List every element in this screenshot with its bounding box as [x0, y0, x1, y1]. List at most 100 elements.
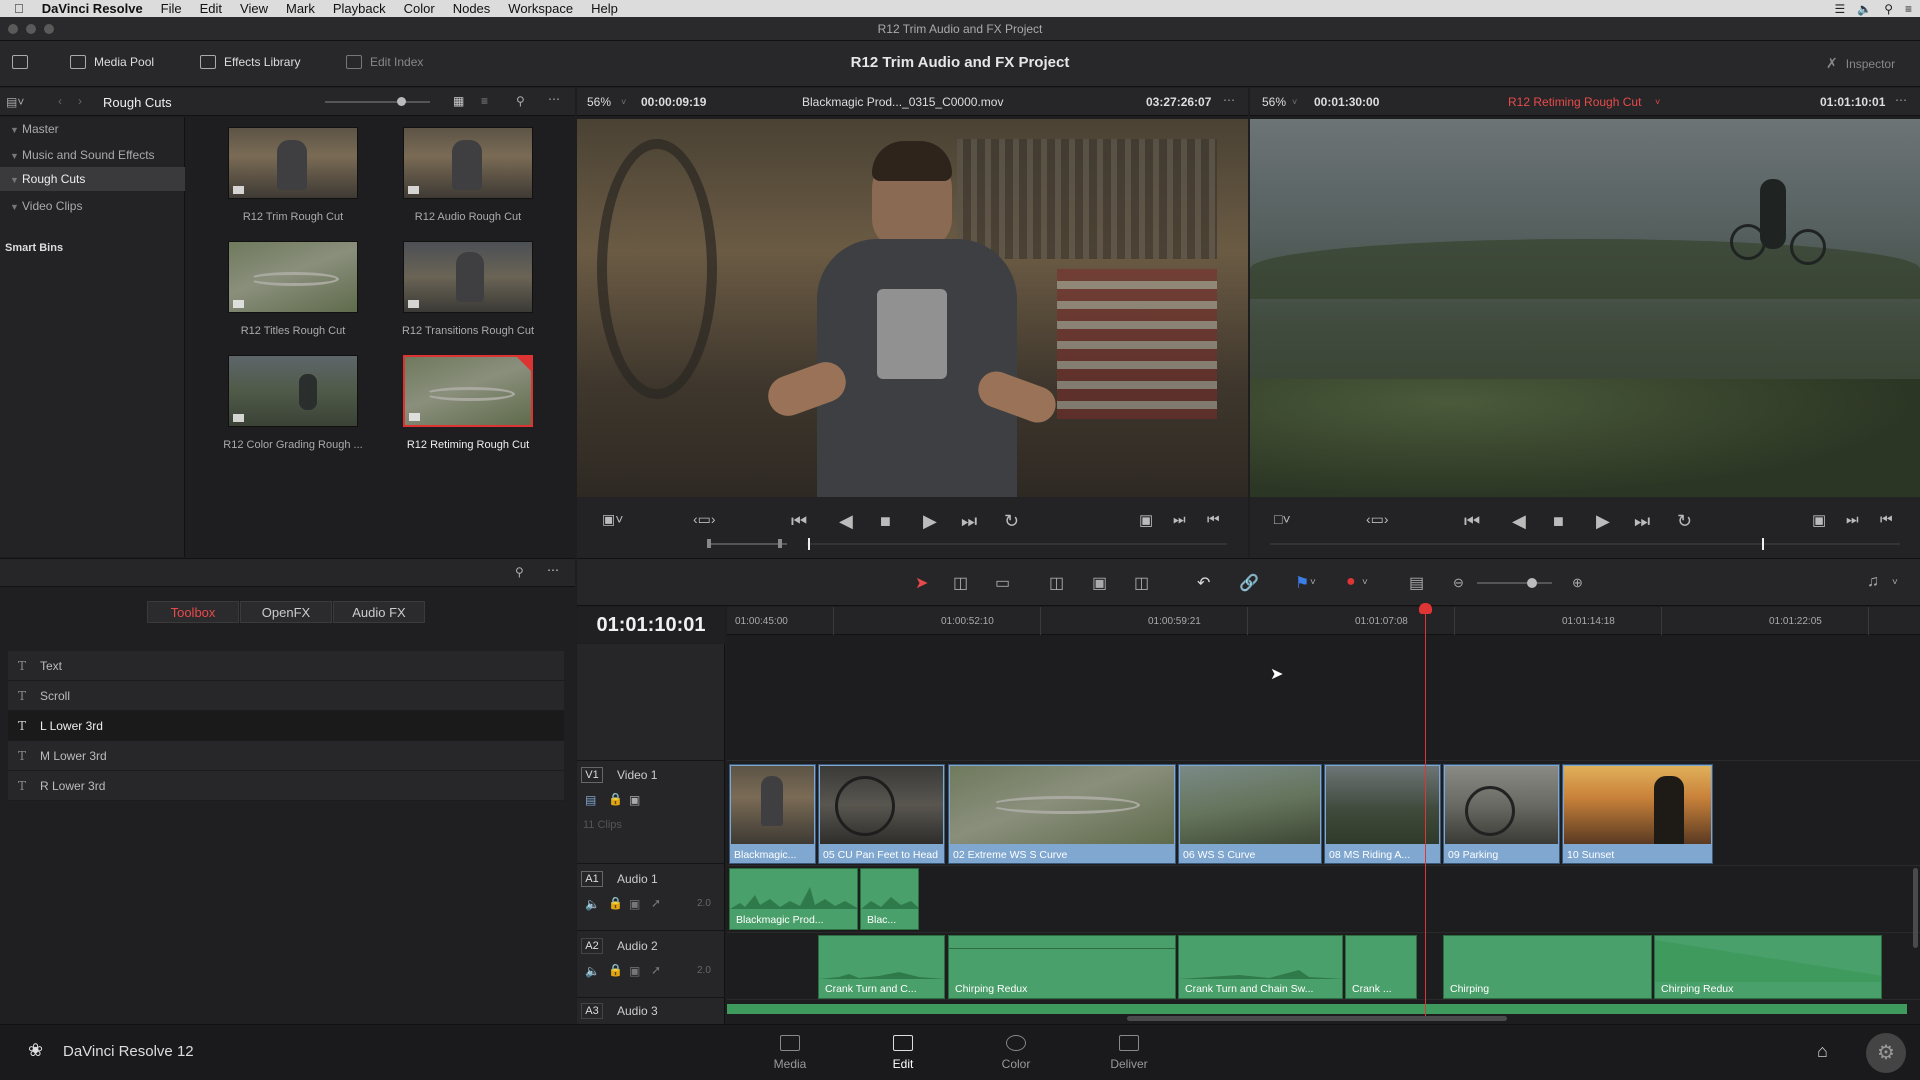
- audio-clip[interactable]: Chirping: [1443, 935, 1652, 999]
- tab-openfx[interactable]: OpenFX: [240, 601, 332, 623]
- audio-clip[interactable]: Chirping Redux: [948, 935, 1176, 999]
- link-icon[interactable]: 🔗: [1239, 573, 1259, 593]
- media-pool-button[interactable]: Media Pool: [70, 55, 154, 69]
- stop-icon[interactable]: ■: [1553, 511, 1564, 532]
- track-tag[interactable]: A3: [581, 1003, 603, 1019]
- audio-clip[interactable]: Chirping Redux: [1654, 935, 1882, 999]
- search-icon[interactable]: ⚲: [515, 565, 524, 579]
- tab-toolbox[interactable]: Toolbox: [147, 601, 239, 623]
- timeline-view-options-icon[interactable]: ▤: [1409, 573, 1424, 593]
- video-clip[interactable]: 10 Sunset: [1562, 764, 1713, 864]
- close-window-button[interactable]: [8, 24, 18, 34]
- track-header-a3[interactable]: A3 Audio 3: [577, 999, 725, 1024]
- timeline-playhead-mini[interactable]: [1762, 538, 1764, 550]
- track-tag[interactable]: V1: [581, 767, 603, 783]
- match-frame-icon[interactable]: ‹▭›: [1366, 511, 1389, 528]
- chevron-down-icon[interactable]: ˅: [1655, 97, 1660, 107]
- effect-item-r-lower-3rd[interactable]: T R Lower 3rd: [8, 771, 564, 801]
- timeline-scrubber[interactable]: [1270, 543, 1900, 545]
- timeline-zoom-slider[interactable]: [1477, 582, 1552, 584]
- timeline-ruler[interactable]: 01:00:45:00 01:00:52:10 01:00:59:21 01:0…: [727, 607, 1920, 635]
- overwrite-clip-icon[interactable]: ▣: [1092, 573, 1107, 593]
- thumbnail-size-slider[interactable]: [325, 97, 430, 106]
- selection-tool-icon[interactable]: ➤: [915, 573, 928, 593]
- search-icon[interactable]: ⚲: [516, 94, 525, 108]
- timeline-thumbnail[interactable]: [403, 127, 533, 199]
- audio-clip[interactable]: Blac...: [860, 868, 919, 930]
- menu-playback[interactable]: Playback: [333, 1, 386, 16]
- jump-start-icon[interactable]: ⏮: [791, 511, 807, 532]
- forward-arrow-icon[interactable]: ›: [78, 94, 82, 108]
- jump-end-icon[interactable]: ⏭: [1634, 511, 1650, 532]
- mark-in-icon[interactable]: ⏭: [1173, 511, 1186, 528]
- viewer-mode-icon[interactable]: ▣˅: [602, 511, 623, 528]
- video-clip[interactable]: 02 Extreme WS S Curve: [948, 764, 1176, 864]
- video-clip[interactable]: 08 MS Riding A...: [1324, 764, 1441, 864]
- effect-item-scroll[interactable]: T Scroll: [8, 681, 564, 711]
- menu-app[interactable]: DaVinci Resolve: [42, 1, 143, 16]
- menu-file[interactable]: File: [161, 1, 182, 16]
- track-tag[interactable]: A1: [581, 871, 603, 887]
- menu-mark[interactable]: Mark: [286, 1, 315, 16]
- monitor-icon[interactable]: [12, 55, 28, 72]
- insert-icon[interactable]: ▣: [1139, 511, 1153, 529]
- list-view-icon[interactable]: ≡: [481, 94, 488, 108]
- video-clip[interactable]: 05 CU Pan Feet to Head: [818, 764, 945, 864]
- lock-icon[interactable]: 🔒: [608, 963, 623, 977]
- apple-icon[interactable]: : [14, 1, 24, 16]
- more-options-icon[interactable]: ⋯: [548, 92, 560, 106]
- zoom-in-icon[interactable]: ⊕: [1572, 575, 1583, 591]
- speaker-icon[interactable]: 🔈: [585, 897, 600, 911]
- timeline-thumbnail[interactable]: [228, 127, 358, 199]
- menu-color[interactable]: Color: [404, 1, 435, 16]
- grid-view-icon[interactable]: ▦: [453, 94, 464, 108]
- track-header-v1[interactable]: V1 Video 1 ▤ 🔒 ▣ 11 Clips: [577, 760, 725, 864]
- track-header-a2[interactable]: A2 Audio 2 🔈 🔒 ▣ ➚ 2.0: [577, 932, 725, 998]
- overwrite-icon[interactable]: ▣: [1812, 511, 1826, 529]
- timeline-thumbnail[interactable]: [228, 241, 358, 313]
- video-clip[interactable]: Blackmagic...: [729, 764, 816, 864]
- back-arrow-icon[interactable]: ‹: [58, 94, 62, 108]
- track-tag[interactable]: A2: [581, 938, 603, 954]
- menu-help[interactable]: Help: [591, 1, 618, 16]
- lock-icon[interactable]: 🔒: [608, 792, 623, 806]
- play-icon[interactable]: ▶: [923, 511, 937, 532]
- loop-icon[interactable]: ↻: [1677, 511, 1692, 532]
- timeline-viewer-image[interactable]: [1250, 119, 1920, 497]
- loop-icon[interactable]: ↻: [1004, 511, 1019, 532]
- edit-index-button[interactable]: Edit Index: [346, 55, 423, 69]
- tab-audio-fx[interactable]: Audio FX: [333, 601, 425, 623]
- wifi-icon[interactable]: ☰: [1834, 2, 1845, 16]
- auto-select-icon[interactable]: ▣: [629, 964, 640, 978]
- lock-icon[interactable]: 🔒: [608, 896, 623, 910]
- more-options-icon[interactable]: ⋯: [1895, 93, 1907, 107]
- volume-curve-icon[interactable]: ➚: [651, 963, 661, 977]
- audio-clip[interactable]: Crank Turn and Chain Sw...: [1178, 935, 1343, 999]
- stop-icon[interactable]: ■: [880, 511, 891, 532]
- chevron-down-icon[interactable]: ˅: [1310, 577, 1316, 588]
- audio-meter-icon[interactable]: ♫: [1867, 573, 1879, 591]
- page-edit[interactable]: Edit: [863, 1035, 943, 1071]
- home-icon[interactable]: ⌂: [1817, 1041, 1828, 1062]
- minimize-window-button[interactable]: [26, 24, 36, 34]
- timeline-playhead[interactable]: [1425, 604, 1426, 1016]
- video-clip[interactable]: 09 Parking: [1443, 764, 1560, 864]
- mark-out-icon[interactable]: ⏮: [1207, 511, 1220, 528]
- zoom-slider-handle[interactable]: [1527, 578, 1537, 588]
- panel-toggle-icon[interactable]: ▤˅: [6, 95, 24, 109]
- page-media[interactable]: Media: [750, 1035, 830, 1071]
- bin-rough-cuts[interactable]: ▼ Rough Cuts: [0, 167, 185, 191]
- video-clip[interactable]: 06 WS S Curve: [1178, 764, 1322, 864]
- blade-tool-icon[interactable]: ▭: [995, 573, 1010, 593]
- page-deliver[interactable]: Deliver: [1089, 1035, 1169, 1071]
- audio-3-clip-strip[interactable]: [727, 1004, 1907, 1014]
- audio-clip[interactable]: Crank Turn and C...: [818, 935, 945, 999]
- chevron-down-icon[interactable]: ˅: [1892, 577, 1898, 588]
- zoom-window-button[interactable]: [44, 24, 54, 34]
- source-playhead[interactable]: [808, 538, 810, 550]
- timeline-thumbnail-selected[interactable]: [403, 355, 533, 427]
- viewer-mode-icon[interactable]: □˅: [1274, 511, 1291, 527]
- more-options-icon[interactable]: ⋯: [1223, 93, 1235, 107]
- volume-icon[interactable]: 🔈: [1857, 2, 1872, 16]
- chevron-down-icon[interactable]: ˅: [621, 97, 626, 107]
